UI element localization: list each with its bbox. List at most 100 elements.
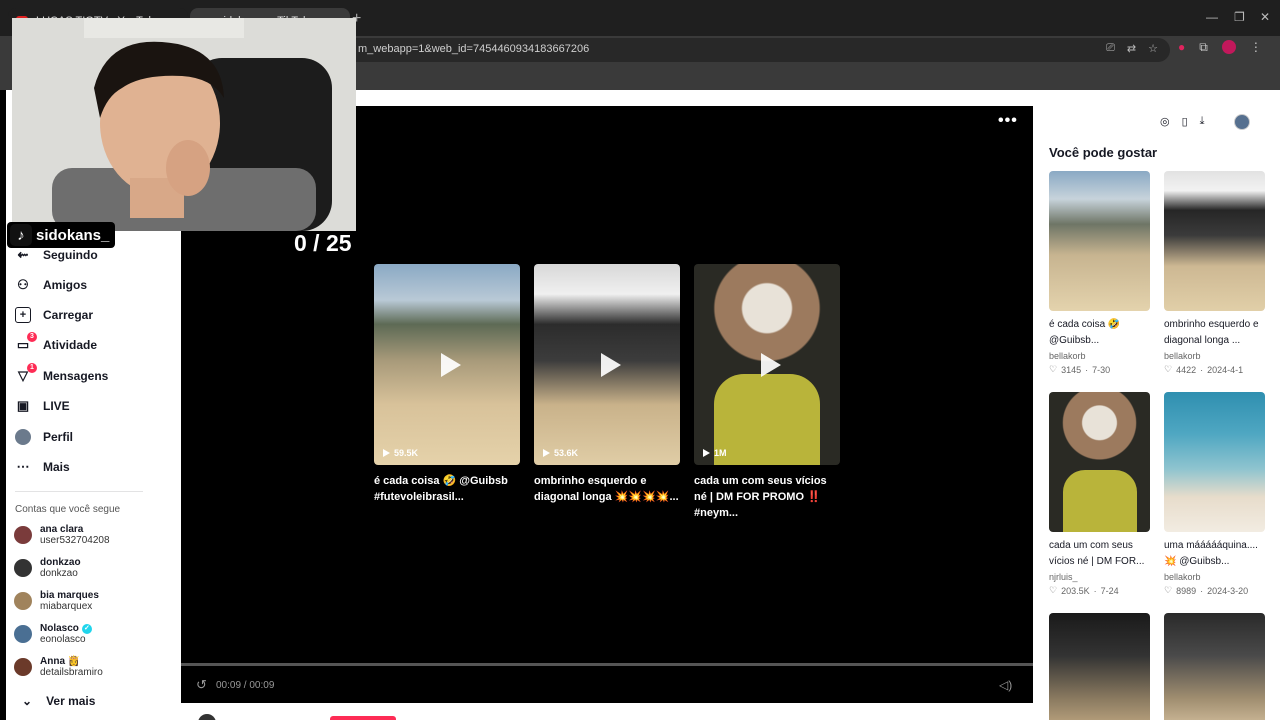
translate-icon[interactable]: ⇄ xyxy=(1127,42,1136,55)
video-thumbnail[interactable] xyxy=(1164,392,1265,532)
profile-icon[interactable] xyxy=(1221,40,1236,54)
extension-icons: ● ⧉ ⋮ xyxy=(1178,40,1262,55)
nav-more[interactable]: ⋯ Mais xyxy=(15,459,70,475)
nav-activity[interactable]: ▭ 3 Atividade xyxy=(15,332,98,353)
follow-button[interactable] xyxy=(330,716,396,720)
nav-upload[interactable]: + Carregar xyxy=(15,307,93,323)
url-text[interactable]: m_webapp=1&web_id=7454460934183667206 xyxy=(358,43,589,55)
recommended-video[interactable]: ombrinho esquerdo e diagonal longa ... b… xyxy=(1164,171,1265,375)
play-icon xyxy=(601,352,621,377)
video-thumbnail[interactable] xyxy=(1164,613,1265,720)
like-count: 4422 xyxy=(1176,364,1197,375)
phone-icon[interactable]: ▯ xyxy=(1182,115,1188,128)
record-icon[interactable]: ● xyxy=(1178,40,1185,55)
video-thumbnail[interactable] xyxy=(1049,392,1150,532)
playback-time: 00:09 / 00:09 xyxy=(216,680,275,691)
more-options-icon[interactable]: ••• xyxy=(998,112,1018,130)
top-right-toolbar: ◎ ▯ ⤓ xyxy=(1160,115,1205,128)
nav-friends[interactable]: ⚇ Amigos xyxy=(15,277,87,293)
more-icon: ⋯ xyxy=(16,459,30,474)
heart-icon: ♡ xyxy=(1164,585,1173,595)
recommended-video[interactable] xyxy=(1049,613,1150,720)
volume-icon[interactable]: ◁) xyxy=(999,678,1012,692)
close-icon[interactable]: ✕ xyxy=(1260,10,1270,24)
nav-label: Amigos xyxy=(43,278,88,292)
replay-icon[interactable]: ↺ xyxy=(196,677,207,693)
cast-icon[interactable]: ⎚ xyxy=(1106,42,1115,55)
following-account[interactable]: Nolasco ✓ eonolasco xyxy=(14,623,92,645)
video-author[interactable]: bellakorb xyxy=(1164,572,1265,582)
view-count: 53.6K xyxy=(543,448,578,458)
maximize-icon[interactable]: ❐ xyxy=(1234,10,1245,24)
download-icon[interactable]: ⤓ xyxy=(1200,115,1205,128)
recommended-video[interactable]: é cada coisa 🤣 @Guibsb... bellakorb ♡ 314… xyxy=(1049,171,1150,375)
video-thumbnail[interactable] xyxy=(1049,171,1150,311)
avatar xyxy=(14,559,32,577)
coin-icon[interactable]: ◎ xyxy=(1160,115,1170,128)
nav-messages[interactable]: ▽ 1 Mensagens xyxy=(15,363,108,384)
separator-dot: · xyxy=(1200,364,1204,375)
video-thumbnail[interactable] xyxy=(1164,171,1265,311)
following-account[interactable]: bia marques miabarquex xyxy=(14,590,99,612)
video-thumbnail[interactable]: 59.5K xyxy=(374,264,520,465)
extensions-icon[interactable]: ⧉ xyxy=(1199,40,1208,55)
see-more-button[interactable]: ⌄ Ver mais xyxy=(22,694,95,708)
streamer-webcam-image xyxy=(12,18,356,231)
video-caption: ombrinho esquerdo e diagonal longa 💥💥💥💥.… xyxy=(534,475,679,503)
video-card[interactable]: 59.5K é cada coisa 🤣 @Guibsb #futevoleib… xyxy=(374,264,520,505)
video-author[interactable]: njrluis_ xyxy=(1049,572,1150,582)
progress-bar[interactable] xyxy=(181,663,1033,666)
video-thumbnail[interactable] xyxy=(1049,613,1150,720)
view-count: 1M xyxy=(703,448,727,458)
account-name: bia marques xyxy=(40,590,99,601)
view-count-label: 1M xyxy=(714,448,727,458)
nav-label: LIVE xyxy=(43,399,70,413)
upload-icon: + xyxy=(15,307,31,323)
separator-dot: · xyxy=(1085,364,1089,375)
following-account[interactable]: donkzao donkzao xyxy=(14,557,81,579)
like-count: 3145 xyxy=(1061,364,1082,375)
menu-kebab-icon[interactable]: ⋮ xyxy=(1250,40,1262,55)
nav-live[interactable]: ▣ LIVE xyxy=(15,398,70,414)
tiktok-logo-icon: ♪ xyxy=(10,224,32,246)
notification-badge: 3 xyxy=(27,332,37,342)
view-count-label: 53.6K xyxy=(554,448,579,458)
webcam-overlay xyxy=(12,18,356,231)
video-author[interactable]: bellakorb xyxy=(1049,351,1150,361)
account-handle: miabarquex xyxy=(40,601,93,612)
video-caption: cada um com seus vícios né | DM FOR... xyxy=(1049,540,1145,567)
avatar xyxy=(14,592,32,610)
avatar xyxy=(14,658,32,676)
video-card[interactable]: 1M cada um com seus vícios né | DM FOR P… xyxy=(694,264,840,521)
heart-icon: ♡ xyxy=(1164,364,1173,374)
minimize-icon[interactable]: — xyxy=(1206,10,1218,24)
screen: LUCAS TIGTV - YouTube sidokans_ - TikTok… xyxy=(0,0,1280,720)
video-thumbnail[interactable]: 53.6K xyxy=(534,264,680,465)
like-count: 8989 xyxy=(1176,585,1197,596)
account-name: donkzao xyxy=(40,557,81,568)
recommended-video[interactable]: uma máááááquina.... 💥 @Guibsb... bellako… xyxy=(1164,392,1265,596)
nav-label: Atividade xyxy=(43,338,98,352)
video-author[interactable]: bellakorb xyxy=(1164,351,1265,361)
video-card[interactable]: 53.6K ombrinho esquerdo e diagonal longa… xyxy=(534,264,680,505)
account-name: Anna 👸 xyxy=(40,656,81,667)
nav-profile[interactable]: Perfil xyxy=(15,429,73,445)
following-icon: ⇜ xyxy=(17,247,29,262)
video-date: 7-30 xyxy=(1092,364,1111,375)
following-account[interactable]: Anna 👸 detailsbramiro xyxy=(14,656,103,678)
user-avatar[interactable] xyxy=(1234,114,1250,130)
video-caption: cada um com seus vícios né | DM FOR PROM… xyxy=(694,475,827,519)
video-caption: uma máááááquina.... 💥 @Guibsb... xyxy=(1164,540,1258,567)
separator-dot: · xyxy=(1093,585,1097,596)
author-row xyxy=(181,703,1033,720)
nav-following[interactable]: ⇜ Seguindo xyxy=(15,247,98,263)
verified-icon: ✓ xyxy=(81,623,92,634)
following-account[interactable]: ana clara user532704208 xyxy=(14,524,110,546)
bookmark-star-icon[interactable]: ☆ xyxy=(1148,42,1158,55)
play-count-icon xyxy=(543,449,550,457)
recommended-video[interactable] xyxy=(1164,613,1265,720)
recommended-video[interactable]: cada um com seus vícios né | DM FOR... n… xyxy=(1049,392,1150,596)
jersey-shape xyxy=(1063,470,1137,532)
video-thumbnail[interactable]: 1M xyxy=(694,264,840,465)
play-count-icon xyxy=(703,449,710,457)
